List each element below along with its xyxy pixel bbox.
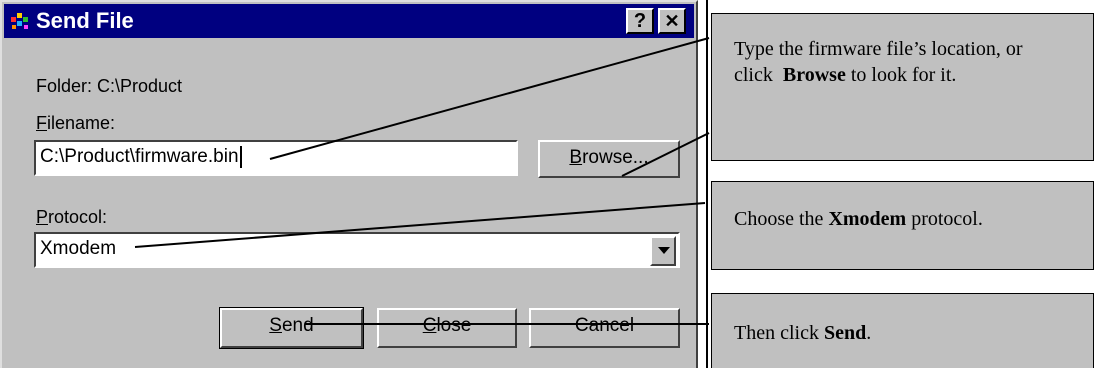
divider-line: [706, 0, 708, 368]
app-icon: [11, 13, 28, 29]
browse-button[interactable]: Browse...: [538, 140, 680, 178]
close-button[interactable]: Close: [377, 308, 517, 348]
dialog-title: Send File: [36, 8, 134, 33]
protocol-select[interactable]: Xmodem: [34, 232, 680, 268]
protocol-label: Protocol:: [36, 207, 108, 227]
cancel-button[interactable]: Cancel: [529, 308, 680, 348]
close-icon: ✕: [664, 11, 680, 31]
filename-input[interactable]: C:\Product\firmware.bin: [34, 140, 518, 176]
filename-label: Filename:: [36, 113, 116, 133]
send-file-dialog: Send File ? ✕ Folder: C:\Product Filenam…: [0, 0, 698, 368]
filename-value: C:\Product\firmware.bin: [40, 146, 239, 167]
protocol-selected-value: Xmodem: [40, 238, 117, 259]
callout-protocol: Choose the Xmodem protocol.: [711, 181, 1094, 270]
close-window-button[interactable]: ✕: [658, 8, 686, 34]
callout-send: Then click Send.: [711, 293, 1094, 368]
send-button[interactable]: Send: [219, 307, 364, 349]
title-bar[interactable]: Send File ? ✕: [4, 4, 694, 38]
help-icon: ?: [633, 10, 647, 32]
text-caret: [239, 145, 242, 168]
callout-filename: Type the firmware file’s location, or cl…: [711, 13, 1094, 161]
help-button[interactable]: ?: [626, 8, 654, 34]
dropdown-arrow-icon[interactable]: [650, 236, 676, 266]
folder-label: Folder: C:\Product: [36, 76, 183, 96]
